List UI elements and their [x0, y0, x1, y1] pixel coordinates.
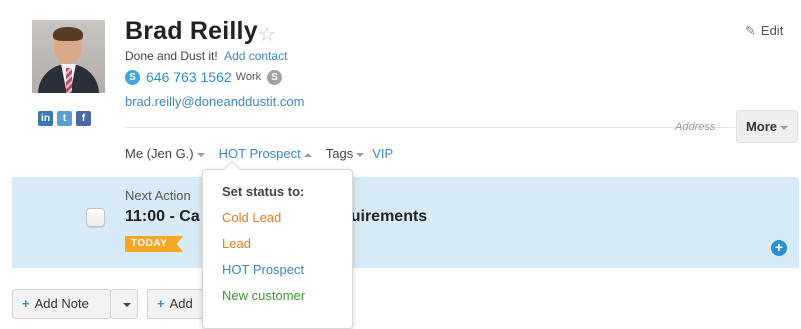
status-dropdown[interactable]: HOT Prospect: [219, 146, 312, 161]
status-menu: Set status to: Cold Lead Lead HOT Prospe…: [202, 160, 353, 329]
chevron-down-icon: [123, 302, 131, 307]
chevron-down-icon: [196, 152, 205, 157]
pencil-icon: ✎: [745, 23, 756, 38]
add-action-icon[interactable]: +: [771, 240, 787, 256]
contact-company-row: Done and Dust it! Add contact: [125, 49, 287, 63]
contact-email[interactable]: brad.reilly@doneanddustit.com: [125, 94, 304, 109]
address-link[interactable]: Address: [675, 121, 715, 133]
today-badge: TODAY: [125, 236, 184, 252]
skype-icon[interactable]: S: [125, 69, 140, 85]
plus-icon: +: [22, 296, 30, 311]
edit-button[interactable]: ✎ Edit: [745, 23, 783, 39]
chevron-down-icon: [356, 152, 365, 157]
plus-icon: +: [157, 296, 165, 311]
add-note-button[interactable]: + Add Note: [12, 289, 111, 319]
chevron-up-icon: [303, 152, 312, 157]
owner-dropdown[interactable]: Me (Jen G.): [125, 146, 205, 161]
status-option-hot-prospect[interactable]: HOT Prospect: [222, 262, 304, 277]
tag-vip[interactable]: VIP: [372, 146, 393, 161]
star-icon[interactable]: ☆: [258, 22, 276, 47]
facebook-icon[interactable]: f: [76, 111, 91, 126]
status-menu-title: Set status to:: [222, 184, 305, 199]
twitter-icon[interactable]: t: [57, 111, 72, 126]
task-complete-checkbox[interactable]: [86, 208, 105, 227]
add-note-menu-button[interactable]: [110, 289, 138, 319]
next-action-label: Next Action: [125, 188, 191, 203]
skype-call-icon[interactable]: S: [267, 69, 283, 85]
social-links: in t f: [38, 111, 91, 126]
tags-dropdown[interactable]: Tags: [326, 146, 365, 161]
contact-avatar[interactable]: [32, 20, 105, 93]
phone-row: S 646 763 1562 Work S: [125, 69, 283, 85]
status-option-lead[interactable]: Lead: [222, 236, 251, 251]
phone-number[interactable]: 646 763 1562: [146, 69, 232, 85]
status-option-new-customer[interactable]: New customer: [222, 288, 305, 303]
meta-row: Me (Jen G.) HOT Prospect Tags VIP: [125, 146, 393, 161]
divider: [125, 127, 735, 128]
company-name: Done and Dust it!: [125, 49, 218, 63]
linkedin-icon[interactable]: in: [38, 111, 53, 126]
chevron-down-icon: [780, 125, 789, 130]
add-contact-link[interactable]: Add contact: [224, 49, 287, 63]
more-button[interactable]: More: [736, 110, 798, 143]
contact-name: Brad Reilly: [125, 17, 258, 45]
status-option-cold-lead[interactable]: Cold Lead: [222, 210, 281, 225]
phone-type: Work: [235, 71, 262, 83]
